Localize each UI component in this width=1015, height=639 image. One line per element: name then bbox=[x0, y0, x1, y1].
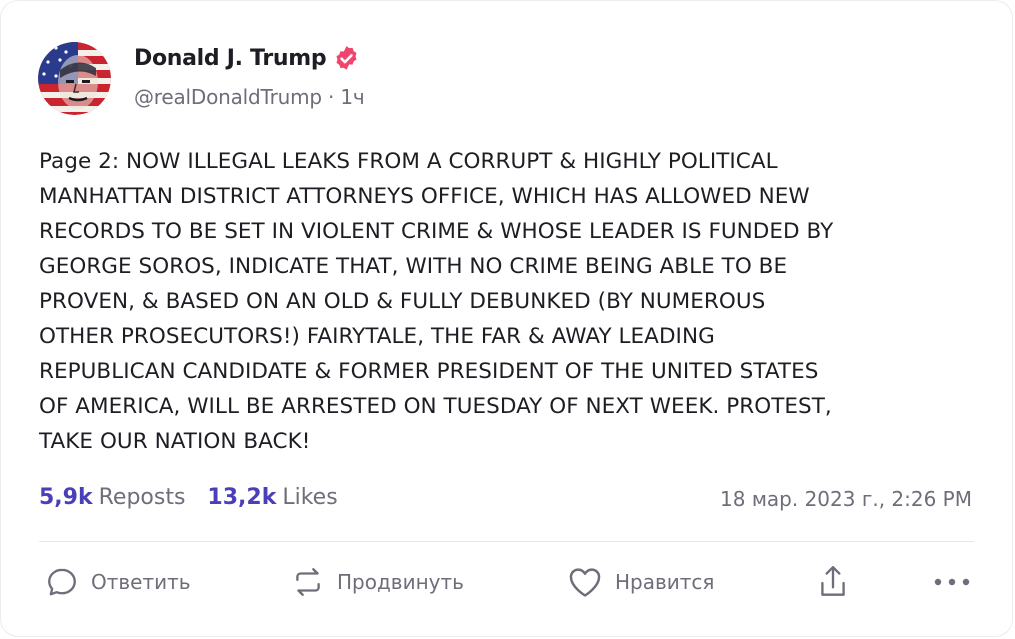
verified-badge-icon bbox=[333, 45, 360, 72]
author-handle-row: @realDonaldTrump · 1ч bbox=[134, 85, 365, 109]
repost-label: Продвинуть bbox=[337, 570, 464, 594]
meta-separator: · bbox=[328, 85, 335, 109]
reply-button[interactable]: Ответить bbox=[45, 559, 191, 605]
post-card: Donald J. Trump @realDonaldTrump · 1ч Pa… bbox=[0, 0, 1013, 637]
reposts-count: 5,9k bbox=[39, 485, 93, 510]
share-button[interactable] bbox=[818, 559, 848, 605]
like-button[interactable]: Нравится bbox=[567, 559, 714, 605]
post-text: Page 2: NOW ILLEGAL LEAKS FROM A CORRUPT… bbox=[39, 149, 834, 454]
likes-label: Likes bbox=[282, 485, 338, 510]
author-name-row: Donald J. Trump bbox=[134, 45, 360, 72]
heart-icon bbox=[569, 568, 601, 597]
repost-button[interactable]: Продвинуть bbox=[291, 559, 464, 605]
post-time-ago[interactable]: 1ч bbox=[340, 85, 364, 109]
action-bar: Ответить Продвинуть Нравится bbox=[1, 559, 1014, 605]
divider bbox=[39, 541, 974, 542]
more-icon bbox=[934, 578, 970, 586]
likes-stat[interactable]: 13,2k Likes bbox=[207, 485, 337, 510]
avatar[interactable] bbox=[38, 42, 111, 115]
post-stats: 5,9k Reposts 13,2k Likes bbox=[39, 485, 360, 510]
reply-label: Ответить bbox=[91, 570, 191, 594]
author-handle[interactable]: @realDonaldTrump bbox=[134, 85, 322, 109]
post-timestamp: 18 мар. 2023 г., 2:26 PM bbox=[720, 487, 972, 511]
repost-icon bbox=[296, 568, 320, 596]
reposts-label: Reposts bbox=[98, 485, 186, 510]
likes-count: 13,2k bbox=[207, 485, 277, 510]
like-label: Нравится bbox=[615, 570, 715, 594]
share-icon bbox=[821, 566, 845, 596]
reposts-stat[interactable]: 5,9k Reposts bbox=[39, 485, 185, 510]
avatar-image bbox=[38, 42, 111, 115]
more-button[interactable] bbox=[933, 559, 971, 605]
reply-icon bbox=[48, 568, 76, 596]
author-display-name[interactable]: Donald J. Trump bbox=[134, 46, 327, 71]
